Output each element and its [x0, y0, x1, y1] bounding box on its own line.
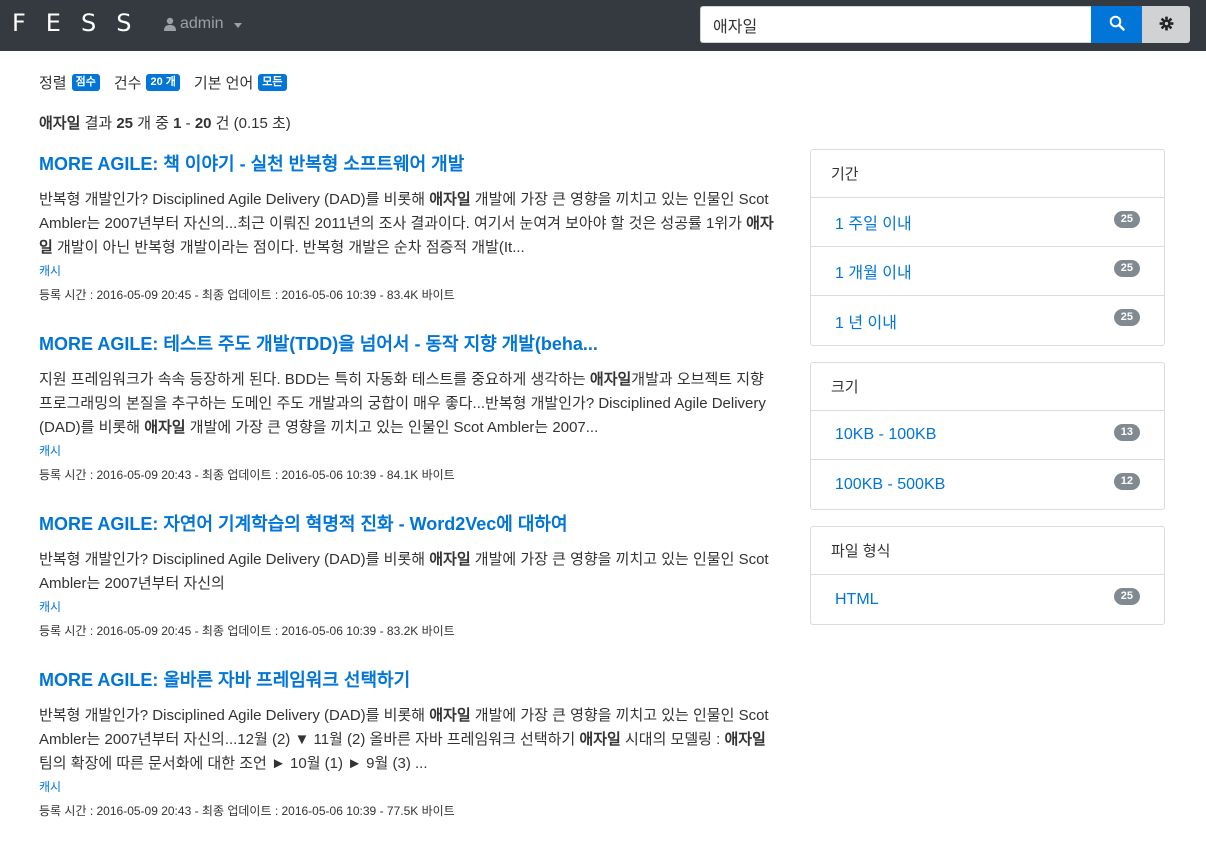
user-icon [164, 17, 176, 31]
search-icon [1109, 15, 1125, 34]
cache-link[interactable]: 캐시 [39, 598, 779, 616]
result-item: MORE AGILE: 자연어 기계학습의 혁명적 진화 - Word2Vec에… [39, 512, 779, 668]
snippet-highlight: 애자일 [724, 731, 766, 748]
snippet-text: 개발이 아닌 반복형 개발이라는 점이다. 반복형 개발은 순차 점증적 개발(… [52, 239, 525, 256]
search-options: 정렬 점수 건수 20 개 기본 언어 모든 [39, 72, 301, 93]
snippet-highlight: 애자일 [429, 191, 471, 208]
facet-count-badge: 25 [1113, 259, 1140, 277]
search-button[interactable] [1091, 6, 1142, 43]
snippet-text: 반복형 개발인가? Disciplined Agile Delivery (DA… [39, 191, 430, 208]
result-item: MORE AGILE: 올바른 자바 프레임워크 선택하기 반복형 개발인가? … [39, 668, 779, 848]
snippet-text: 반복형 개발인가? Disciplined Agile Delivery (DA… [39, 551, 430, 568]
facet-item-100kb-500kb[interactable]: 100KB - 500KB 12 [811, 460, 1164, 509]
facet-count-badge: 25 [1113, 588, 1140, 605]
result-title-link[interactable]: MORE AGILE: 올바른 자바 프레임워크 선택하기 [39, 668, 779, 692]
facet-title: 크기 [811, 363, 1164, 411]
search-input[interactable] [700, 6, 1091, 43]
result-meta: 등록 시간 : 2016-05-09 20:45 - 최종 업데이트 : 201… [39, 624, 455, 638]
result-snippet: 지원 프레임워크가 속속 등장하게 된다. BDD는 특히 자동화 테스트를 중… [39, 368, 779, 440]
snippet-highlight: 애자일 [429, 551, 471, 568]
language-option[interactable]: 기본 언어 모든 [194, 72, 287, 93]
gear-icon [1159, 16, 1174, 34]
facet-item-10kb-100kb[interactable]: 10KB - 100KB 13 [811, 411, 1164, 460]
facet-item-label[interactable]: 1 년 이내 [835, 309, 897, 333]
facet-item-label[interactable]: 10KB - 100KB [835, 426, 936, 444]
facet-count-badge: 25 [1113, 210, 1140, 228]
username-label: admin [180, 15, 224, 32]
cache-link[interactable]: 캐시 [39, 262, 779, 280]
result-meta: 등록 시간 : 2016-05-09 20:43 - 최종 업데이트 : 201… [39, 468, 455, 482]
summary-text: 개 중 [133, 115, 174, 132]
count-badge[interactable]: 20 개 [146, 74, 180, 91]
sort-label: 정렬 [39, 75, 67, 92]
fess-logo[interactable]: FESS [12, 9, 151, 37]
facet-title: 기간 [811, 150, 1164, 198]
snippet-highlight: 애자일 [589, 371, 632, 388]
summary-text: 결과 [80, 115, 117, 132]
summary-total: 25 [116, 115, 134, 132]
facet-size: 크기 10KB - 100KB 13 100KB - 500KB 12 [810, 362, 1165, 510]
result-title-link[interactable]: MORE AGILE: 테스트 주도 개발(TDD)을 넘어서 - 동작 지향 … [39, 332, 779, 356]
result-list: MORE AGILE: 책 이야기 - 실천 반복형 소프트웨어 개발 반복형 … [39, 152, 779, 848]
cache-link[interactable]: 캐시 [39, 778, 779, 796]
summary-query: 애자일 [39, 115, 81, 132]
language-label: 기본 언어 [193, 75, 254, 92]
count-option[interactable]: 건수 20 개 [114, 72, 180, 93]
result-snippet: 반복형 개발인가? Disciplined Agile Delivery (DA… [39, 548, 779, 596]
facet-item-label[interactable]: 1 주일 이내 [835, 210, 912, 234]
sort-badge[interactable]: 점수 [71, 74, 100, 91]
result-item: MORE AGILE: 테스트 주도 개발(TDD)을 넘어서 - 동작 지향 … [39, 332, 779, 512]
facet-title: 파일 형식 [811, 527, 1164, 575]
snippet-text: 시대의 모델링 : [620, 731, 725, 748]
snippet-text: 팀의 확장에 따른 문서화에 대한 조언 ► 10월 (1) ► 9월 (3) … [39, 755, 428, 772]
snippet-highlight: 애자일 [429, 707, 471, 724]
facet-count-badge: 12 [1113, 473, 1140, 490]
snippet-highlight: 애자일 [144, 419, 186, 436]
facet-item-year[interactable]: 1 년 이내 25 [811, 296, 1164, 345]
user-menu-dropdown[interactable]: admin [164, 15, 242, 33]
summary-text: - [181, 115, 195, 132]
facet-item-label[interactable]: 1 개월 이내 [835, 259, 912, 283]
count-label: 건수 [113, 75, 142, 92]
summary-end: 20 [194, 115, 212, 132]
result-title-link[interactable]: MORE AGILE: 자연어 기계학습의 혁명적 진화 - Word2Vec에… [39, 512, 779, 536]
top-navbar: FESS admin [0, 0, 1206, 51]
result-meta: 등록 시간 : 2016-05-09 20:43 - 최종 업데이트 : 201… [39, 804, 455, 818]
result-title-link[interactable]: MORE AGILE: 책 이야기 - 실천 반복형 소프트웨어 개발 [39, 152, 779, 176]
snippet-highlight: 애자일 [579, 731, 621, 748]
sort-option[interactable]: 정렬 점수 [39, 72, 100, 93]
summary-text: 건 (0.15 초) [211, 115, 291, 132]
facet-period: 기간 1 주일 이내 25 1 개월 이내 25 1 년 이내 25 [810, 149, 1165, 346]
result-snippet: 반복형 개발인가? Disciplined Agile Delivery (DA… [39, 704, 779, 776]
facet-item-label[interactable]: 100KB - 500KB [835, 476, 945, 494]
snippet-text: 개발에 가장 큰 영향을 끼치고 있는 인물인 Scot Ambler는 200… [185, 419, 599, 436]
language-badge[interactable]: 모든 [258, 74, 287, 91]
facet-item-month[interactable]: 1 개월 이내 25 [811, 247, 1164, 296]
caret-down-icon [233, 22, 242, 28]
settings-button[interactable] [1142, 6, 1190, 43]
result-summary: 애자일 결과 25 개 중 1 - 20 건 (0.15 초) [39, 112, 291, 133]
facet-count-badge: 25 [1113, 309, 1140, 326]
result-meta: 등록 시간 : 2016-05-09 20:45 - 최종 업데이트 : 201… [39, 288, 455, 302]
result-snippet: 반복형 개발인가? Disciplined Agile Delivery (DA… [39, 188, 779, 260]
facet-count-badge: 13 [1113, 423, 1140, 441]
facet-item-label[interactable]: HTML [835, 591, 879, 609]
facet-item-week[interactable]: 1 주일 이내 25 [811, 198, 1164, 247]
snippet-text: 반복형 개발인가? Disciplined Agile Delivery (DA… [39, 707, 430, 724]
snippet-text: 지원 프레임워크가 속속 등장하게 된다. BDD는 특히 자동화 테스트를 중… [39, 371, 590, 388]
facet-item-html[interactable]: HTML 25 [811, 575, 1164, 624]
result-item: MORE AGILE: 책 이야기 - 실천 반복형 소프트웨어 개발 반복형 … [39, 152, 779, 332]
cache-link[interactable]: 캐시 [39, 442, 779, 460]
facet-filetype: 파일 형식 HTML 25 [810, 526, 1165, 625]
